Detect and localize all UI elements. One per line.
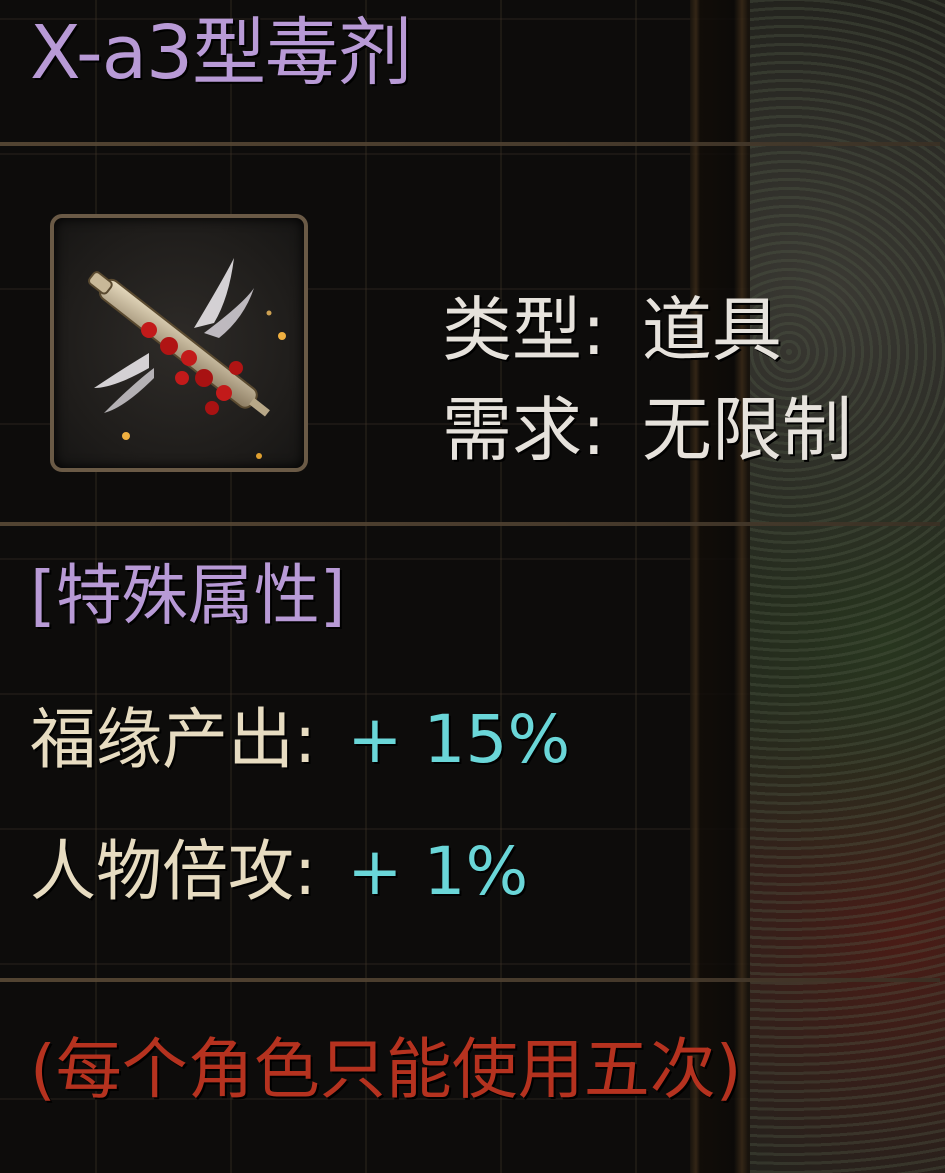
- usage-limit-note: (每个角色只能使用五次): [30, 1031, 742, 1108]
- attribute-name: 福缘产出:: [30, 701, 317, 778]
- special-attributes-heading: [特殊属性]: [30, 557, 346, 634]
- item-icon-slot: [50, 214, 308, 472]
- divider-bottom: [0, 978, 940, 982]
- item-requirement-label: 需求:: [442, 389, 606, 471]
- attribute-row: 福缘产出: + 15%: [30, 700, 570, 780]
- attribute-value: + 15%: [347, 701, 571, 778]
- attribute-value: + 1%: [347, 833, 529, 910]
- attribute-row: 人物倍攻: + 1%: [30, 832, 528, 912]
- item-tooltip: X-a3型毒剂 类型: 道具 需求: 无限制 [特殊属性] 福缘产出: + 15…: [0, 0, 945, 1173]
- divider-top: [0, 142, 940, 146]
- item-type-row: 类型: 道具: [442, 288, 782, 372]
- item-type-value: 道具: [641, 289, 782, 371]
- item-requirement-value: 无限制: [641, 389, 852, 471]
- item-requirement-row: 需求: 无限制: [442, 388, 852, 472]
- syringe-icon: [88, 258, 286, 459]
- divider-middle: [0, 522, 940, 526]
- item-type-label: 类型:: [442, 289, 606, 371]
- item-name: X-a3型毒剂: [30, 10, 412, 96]
- attribute-name: 人物倍攻:: [30, 833, 317, 910]
